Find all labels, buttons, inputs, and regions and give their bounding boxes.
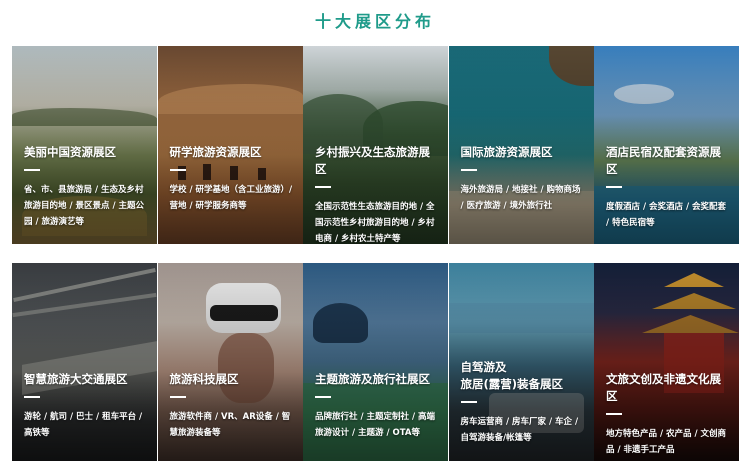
zone-desc: 旅游软件商 / VR、AR设备 / 智慧旅游装备等 [169,412,291,438]
page-title: 十大展区分布 [314,12,435,31]
zone-title: 智慧旅游大交通展区 [24,372,128,386]
zone-desc: 海外旅游局 / 地接社 / 购物商场 / 医疗旅游 / 境外旅行社 [460,185,581,211]
zone-desc: 地方特色产品 / 农产品 / 文创商品 / 非遗手工产品 [606,429,727,455]
zone-desc: 度假酒店 / 会奖酒店 / 会奖配套 / 特色民宿等 [606,202,727,228]
zone-card-hotel-homestay[interactable]: 酒店民宿及配套资源展区 度假酒店 / 会奖酒店 / 会奖配套 / 特色民宿等 [594,46,739,244]
divider [169,396,186,398]
zone-title: 美丽中国资源展区 [24,145,116,159]
divider [606,186,622,188]
divider [169,169,186,171]
divider [24,396,40,398]
zone-title: 主题旅游及旅行社展区 [315,372,430,386]
zone-title: 乡村振兴及生态旅游展区 [315,145,430,176]
zone-desc: 品牌旅行社 / 主题定制社 / 高端旅游设计 / 主题游 / OTA等 [315,412,436,438]
zone-desc: 游轮 / 航司 / 巴士 / 租车平台 / 高铁等 [24,412,143,438]
zone-desc: 房车运营商 / 房车厂家 / 车企 / 自驾游装备/帐篷等 [460,417,579,443]
zone-desc: 省、市、县旅游局 / 生态及乡村旅游目的地 / 景区景点 / 主题公园 / 旅游… [24,185,145,227]
zone-card-theme-travel-agency[interactable]: 主题旅游及旅行社展区 品牌旅行社 / 主题定制社 / 高端旅游设计 / 主题游 … [303,263,448,461]
zone-title: 酒店民宿及配套资源展区 [606,145,721,176]
zone-title: 文旅文创及非遗文化展区 [606,372,721,403]
divider [315,396,331,398]
zone-card-study-tour[interactable]: 研学旅游资源展区 学校 / 研学基地（含工业旅游）/ 营地 / 研学服务商等 [157,46,303,244]
divider [24,169,40,171]
zone-card-culture-heritage[interactable]: 文旅文创及非遗文化展区 地方特色产品 / 农产品 / 文创商品 / 非遗手工产品 [594,263,739,461]
zone-card-international[interactable]: 国际旅游资源展区 海外旅游局 / 地接社 / 购物商场 / 医疗旅游 / 境外旅… [448,46,594,244]
zone-title: 自驾游及 旅居(露营)装备展区 [460,360,564,391]
divider [460,401,477,403]
divider [606,413,622,415]
divider [460,169,477,171]
zone-grid: 美丽中国资源展区 省、市、县旅游局 / 生态及乡村旅游目的地 / 景区景点 / … [12,46,739,461]
zone-title: 旅游科技展区 [169,372,239,386]
zone-title: 研学旅游资源展区 [169,145,262,159]
zone-card-rural-revitalization[interactable]: 乡村振兴及生态旅游展区 全国示范性生态旅游目的地 / 全国示范性乡村旅游目的地 … [303,46,448,244]
zone-card-smart-transport[interactable]: 智慧旅游大交通展区 游轮 / 航司 / 巴士 / 租车平台 / 高铁等 [12,263,157,461]
zone-desc: 全国示范性生态旅游目的地 / 全国示范性乡村旅游目的地 / 乡村电商 / 乡村农… [315,202,435,244]
divider [315,186,331,188]
zone-card-tourism-tech[interactable]: 旅游科技展区 旅游软件商 / VR、AR设备 / 智慧旅游装备等 [157,263,303,461]
zone-title: 国际旅游资源展区 [460,145,553,159]
zone-desc: 学校 / 研学基地（含工业旅游）/ 营地 / 研学服务商等 [169,185,293,211]
zone-card-beautiful-china[interactable]: 美丽中国资源展区 省、市、县旅游局 / 生态及乡村旅游目的地 / 景区景点 / … [12,46,157,244]
zone-card-self-drive-camping[interactable]: 自驾游及 旅居(露营)装备展区 房车运营商 / 房车厂家 / 车企 / 自驾游装… [448,263,594,461]
